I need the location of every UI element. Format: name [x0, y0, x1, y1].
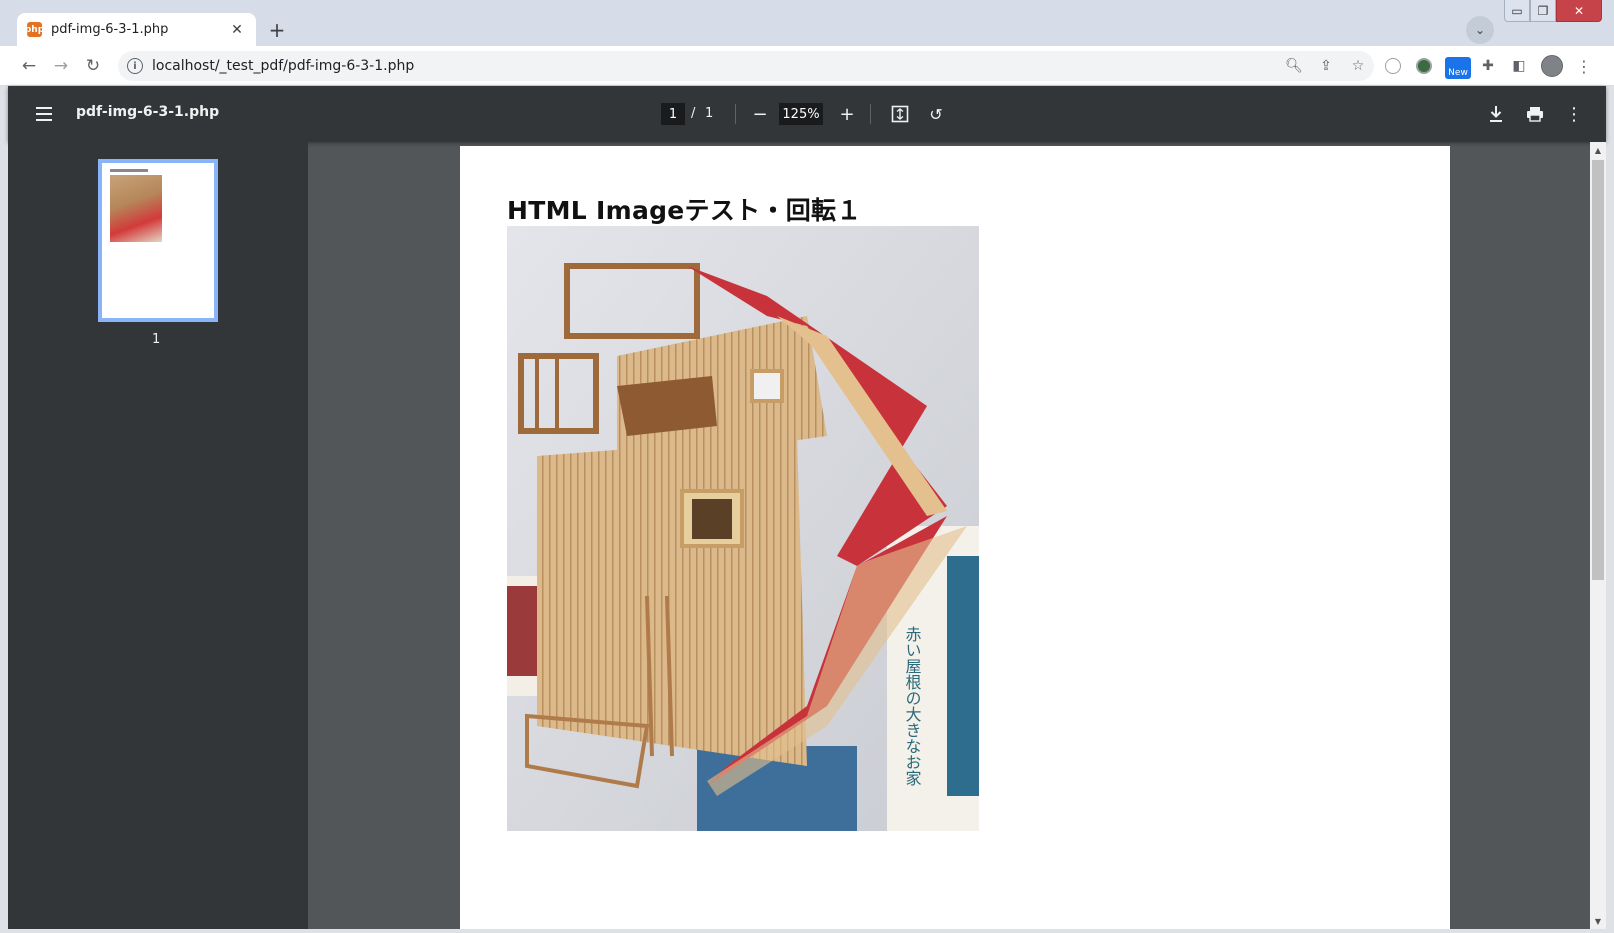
thumbnail-page-number: 1 — [152, 332, 161, 347]
pdf-page: HTML Imageテスト・回転１ 赤い屋根の大きなお家 — [460, 146, 1450, 929]
download-icon[interactable] — [1484, 102, 1508, 126]
close-window-button[interactable]: ✕ — [1556, 0, 1602, 22]
dollhouse-photo: 赤い屋根の大きなお家 — [507, 226, 979, 831]
zoom-out-button[interactable]: − — [748, 102, 772, 126]
scrollbar-thumb[interactable] — [1592, 160, 1604, 580]
scroll-up-arrow-icon[interactable]: ▲ — [1590, 142, 1606, 158]
pdf-viewer: pdf-img-6-3-1.php 1 / 1 − 125% + ↺ ⋮ 1 H… — [8, 86, 1606, 929]
window-titlebar: php pdf-img-6-3-1.php ✕ + ⌄ ▭ ❐ ✕ — [0, 0, 1614, 46]
zoom-level-input[interactable]: 125% — [779, 103, 823, 125]
url-text[interactable]: localhost/_test_pdf/pdf-img-6-3-1.php — [152, 58, 1278, 74]
zoom-in-button[interactable]: + — [835, 102, 859, 126]
extension-green-icon[interactable] — [1412, 54, 1436, 78]
pdf-file-name: pdf-img-6-3-1.php — [76, 104, 220, 120]
pdf-scrollbar[interactable]: ▲ ▼ — [1590, 142, 1606, 929]
tab-title: pdf-img-6-3-1.php — [51, 22, 169, 37]
minimize-button[interactable]: ▭ — [1504, 0, 1530, 22]
site-info-icon[interactable]: i — [127, 58, 143, 74]
browser-toolbar: ← → ↻ i localhost/_test_pdf/pdf-img-6-3-… — [0, 46, 1614, 86]
box-text: 赤い屋根の大きなお家 — [903, 626, 922, 786]
back-button[interactable]: ← — [15, 52, 43, 80]
new-tab-button[interactable]: + — [263, 16, 291, 44]
print-icon[interactable] — [1523, 102, 1547, 126]
share-icon[interactable]: ⇪ — [1310, 52, 1342, 80]
toolbar-divider — [735, 104, 736, 124]
document-title: HTML Imageテスト・回転１ — [507, 196, 862, 225]
browser-tab[interactable]: php pdf-img-6-3-1.php ✕ — [17, 13, 256, 46]
tab-search-button[interactable]: ⌄ — [1466, 16, 1494, 44]
reload-button[interactable]: ↻ — [79, 52, 107, 80]
close-tab-icon[interactable]: ✕ — [228, 21, 246, 39]
thumbnail-sidebar: 1 — [8, 142, 308, 929]
thumbnail-title-line — [110, 169, 148, 172]
toolbar-divider — [870, 104, 871, 124]
profile-avatar[interactable] — [1541, 55, 1563, 77]
sidebar-menu-icon[interactable] — [32, 102, 56, 126]
extension-new-badge[interactable]: New — [1445, 57, 1471, 79]
scroll-down-arrow-icon[interactable]: ▼ — [1590, 913, 1606, 929]
page-total: 1 — [705, 106, 714, 121]
forward-button[interactable]: → — [47, 52, 75, 80]
more-options-icon[interactable]: ⋮ — [1562, 102, 1586, 126]
php-icon: php — [25, 22, 44, 37]
rotate-counterclockwise-icon[interactable]: ↺ — [924, 102, 948, 126]
extension-github-icon[interactable] — [1381, 54, 1405, 78]
zoom-icon[interactable]: 🔍︎ — [1278, 52, 1310, 80]
extensions-puzzle-icon[interactable]: ✚ — [1476, 54, 1500, 78]
address-bar[interactable]: i localhost/_test_pdf/pdf-img-6-3-1.php … — [118, 51, 1374, 81]
browser-menu-icon[interactable]: ⋮ — [1572, 54, 1596, 78]
side-panel-icon[interactable]: ◧ — [1507, 54, 1531, 78]
page-number-input[interactable]: 1 — [661, 103, 685, 125]
page-thumbnail[interactable] — [98, 159, 218, 322]
photo-dollhouse-icon: 赤い屋根の大きなお家 — [507, 226, 979, 831]
maximize-button[interactable]: ❐ — [1530, 0, 1556, 22]
page-separator: / — [691, 106, 696, 121]
pdf-toolbar: pdf-img-6-3-1.php 1 / 1 − 125% + ↺ ⋮ — [8, 86, 1606, 142]
thumbnail-image — [110, 175, 162, 242]
bookmark-star-icon[interactable]: ☆ — [1342, 52, 1374, 80]
fit-to-page-icon[interactable] — [888, 102, 912, 126]
